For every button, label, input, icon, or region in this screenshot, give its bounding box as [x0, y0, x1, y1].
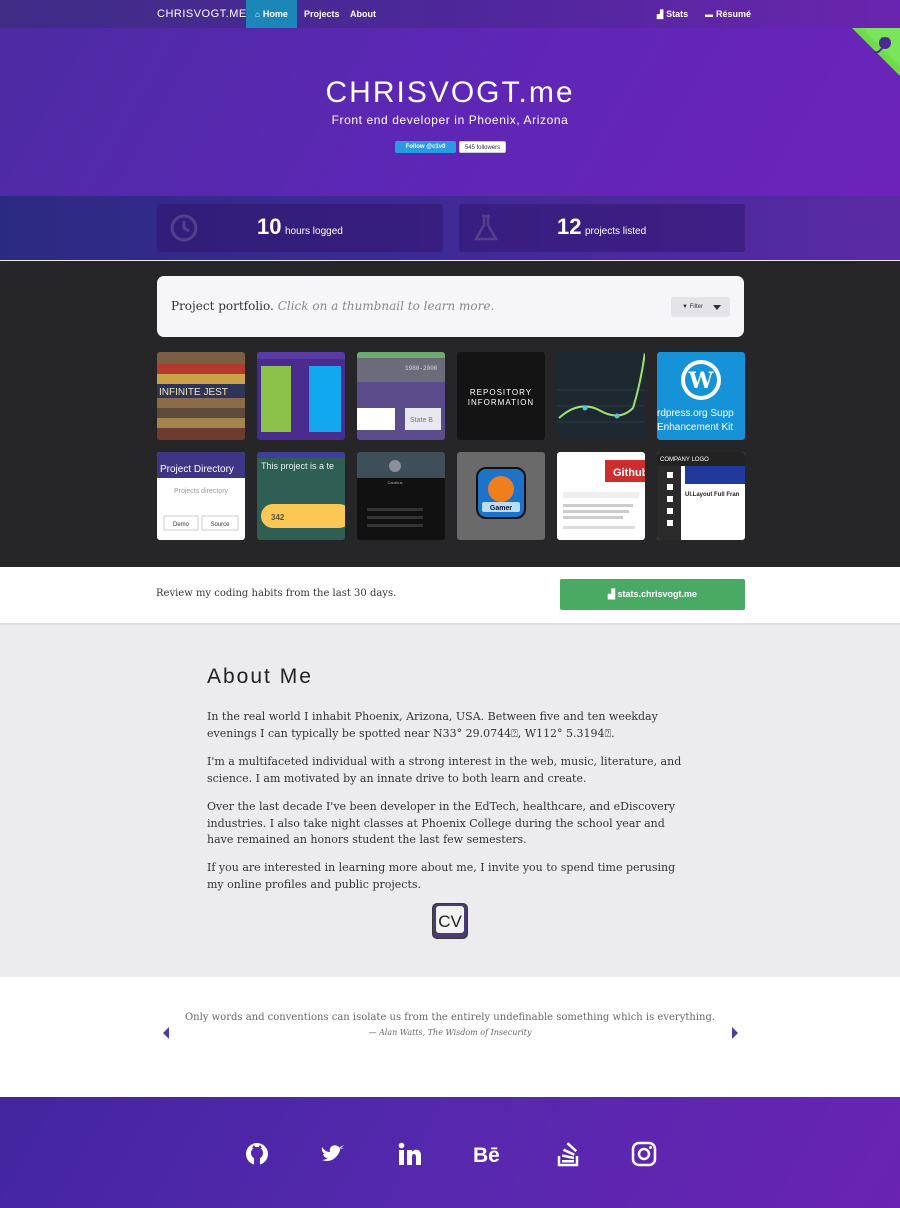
cv-label: CV	[438, 912, 462, 931]
about-paragraph: Over the last decade I've been developer…	[207, 800, 676, 846]
project-thumbnail[interactable]: COMPANY LOGO UI.Layout Full Fran	[657, 452, 745, 540]
stats-cta-text: Review my coding habits from the last 30…	[156, 588, 397, 599]
thumb-extra: Enhancement Kit	[657, 422, 733, 433]
svg-text:Bē: Bē	[473, 1144, 500, 1167]
twitter-icon[interactable]	[320, 1141, 346, 1167]
behance-icon[interactable]: Bē	[473, 1141, 505, 1167]
home-icon: ⌂	[255, 10, 260, 19]
thumb-caption: Github	[613, 467, 645, 479]
svg-text:W: W	[688, 368, 714, 394]
about-title: About Me	[207, 665, 313, 688]
project-thumbnail[interactable]: Github	[557, 452, 645, 540]
portfolio-hint: Click on a thumbnail to learn more.	[277, 299, 495, 313]
thumb-extra: UI.Layout Full Fran	[685, 492, 740, 498]
nav-home-label: Home	[262, 9, 288, 19]
stat-hours: 10 hours logged	[157, 204, 443, 252]
stats-site-button[interactable]: ▟ stats.chrisvogt.me	[560, 579, 745, 610]
thumb-caption: REPOSITORY	[470, 388, 532, 397]
filter-button[interactable]: ▼ Filter	[671, 297, 730, 317]
footer: Bē	[0, 1097, 900, 1208]
thumb-caption: rdpress.org Supp	[657, 408, 734, 419]
about-paragraph: I'm a multifaceted individual with a str…	[207, 755, 682, 785]
thumb-caption: INFINITE JEST	[159, 387, 228, 398]
project-thumbnail[interactable]: INFINITE JEST	[157, 352, 245, 440]
thumb-caption: Project Directory	[160, 464, 234, 475]
brand-link[interactable]: CHRISVOGT.ME	[157, 0, 247, 28]
thumb-extra: 342	[271, 513, 285, 522]
stat-projects-label: projects listed	[585, 226, 647, 237]
nav-resume-label: Résumé	[716, 9, 752, 19]
stats-cta: Review my coding habits from the last 30…	[0, 567, 900, 623]
thumb-caption: This project is a te	[261, 461, 334, 471]
project-thumbnail[interactable]: 1980-2000 State B	[357, 352, 445, 440]
top-navbar: CHRISVOGT.ME ⌂ Home Projects About ▟ Stats…	[0, 0, 900, 28]
stat-projects: 12 projects listed	[459, 204, 745, 252]
thumb-extra: State B	[410, 417, 433, 424]
thumb-demo: Demo	[173, 522, 190, 528]
thumb-caption: Cardbus	[387, 480, 402, 485]
nav-stats[interactable]: ▟ Stats	[657, 0, 688, 28]
thumb-source: Source	[210, 522, 230, 528]
about-paragraph: If you are interested in learning more a…	[207, 861, 676, 891]
thumb-caption: Gamer	[490, 505, 512, 512]
page-title: CHRISVOGT.me	[325, 76, 575, 109]
quote-next-arrow-icon[interactable]	[732, 1027, 738, 1039]
nav-projects[interactable]: Projects	[304, 0, 340, 28]
portfolio-title: Project portfolio. Click on a thumbnail …	[171, 299, 494, 313]
linkedin-icon[interactable]	[397, 1141, 423, 1167]
clock-icon	[170, 214, 198, 242]
about-section: About Me In the real world I inhabit Pho…	[0, 623, 900, 977]
filter-icon: ▼	[682, 304, 688, 310]
portfolio-heading: Project portfolio.	[171, 299, 274, 313]
hero-banner: CHRISVOGT.me Front end developer in Phoe…	[0, 28, 900, 196]
project-thumbnail[interactable]: W rdpress.org Supp Enhancement Kit	[657, 352, 745, 440]
portfolio-header: Project portfolio. Click on a thumbnail …	[157, 276, 744, 337]
cv-icon[interactable]: CV	[432, 903, 468, 939]
stat-hours-value: 10	[257, 214, 282, 239]
quote-author: — Alan Watts,	[368, 1028, 428, 1037]
thumb-extra: Projects directory	[174, 488, 229, 495]
twitter-follower-count[interactable]: 545 followers	[459, 141, 506, 153]
project-thumbnail[interactable]	[557, 352, 645, 440]
caret-down-icon	[713, 305, 721, 310]
page-subtitle: Front end developer in Phoenix, Arizona	[331, 113, 569, 127]
nav-about[interactable]: About	[350, 0, 376, 28]
project-thumbnail[interactable]: This project is a te 342	[257, 452, 345, 540]
chart-icon: ▟	[657, 10, 664, 19]
filter-label: Filter	[689, 304, 703, 310]
github-corner-icon[interactable]	[852, 28, 900, 76]
flask-icon	[473, 214, 499, 241]
thumb-extra: INFORMATION	[468, 398, 534, 407]
project-thumbnail[interactable]	[257, 352, 345, 440]
project-thumbnail[interactable]: REPOSITORY INFORMATION	[457, 352, 545, 440]
github-icon[interactable]	[244, 1141, 270, 1167]
nav-stats-label: Stats	[666, 9, 689, 19]
about-paragraph: In the real world I inhabit Phoenix, Ari…	[207, 710, 658, 740]
stats-site-label: stats.chrisvogt.me	[617, 589, 697, 599]
stackoverflow-icon[interactable]	[556, 1141, 582, 1167]
stats-band: 10 hours logged 12 projects listed	[0, 196, 900, 260]
instagram-icon[interactable]	[631, 1141, 657, 1167]
nav-resume[interactable]: ▬ Résumé	[705, 0, 751, 28]
project-thumbnail[interactable]: Project Directory Projects directory Dem…	[157, 452, 245, 540]
quote-text: Only words and conventions can isolate u…	[184, 1012, 716, 1023]
stat-projects-value: 12	[557, 214, 582, 239]
project-thumbnail[interactable]: Gamer	[457, 452, 545, 540]
twitter-follow-button[interactable]: Follow @c1v0	[395, 141, 456, 153]
thumb-caption: 1980-2000	[405, 365, 438, 372]
thumb-caption: COMPANY LOGO	[660, 457, 709, 463]
portfolio-section: Project portfolio. Click on a thumbnail …	[0, 261, 900, 567]
project-thumbnail[interactable]: Cardbus	[357, 452, 445, 540]
quote-source: The Wisdom of Insecurity	[427, 1028, 532, 1037]
stat-hours-label: hours logged	[285, 226, 343, 237]
quote-citation: — Alan Watts, The Wisdom of Insecurity	[0, 1028, 900, 1037]
nav-home[interactable]: ⌂ Home	[246, 0, 297, 28]
quote-section: Only words and conventions can isolate u…	[0, 977, 900, 1097]
briefcase-icon: ▬	[705, 10, 713, 19]
